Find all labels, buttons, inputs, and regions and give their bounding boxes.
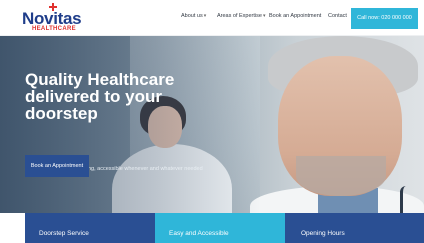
novitas-logo[interactable]: Novitas HEALTHCARE <box>22 3 82 33</box>
site-header: Novitas HEALTHCARE About us▾ Areas of Ex… <box>0 0 424 36</box>
tile-label: Opening Hours <box>301 230 345 237</box>
nav-item-about-us[interactable]: About us▾ <box>181 13 206 19</box>
logo-subtitle: HEALTHCARE <box>32 26 76 32</box>
chevron-down-icon: ▾ <box>203 13 207 19</box>
doctor-beard <box>296 156 386 196</box>
nav-label: Areas of Expertise <box>217 13 262 19</box>
tile-label: Easy and Accessible <box>169 230 229 237</box>
stethoscope <box>400 186 412 213</box>
tile-label: Doorstep Service <box>39 230 89 237</box>
book-appointment-button[interactable]: Book an Appointment <box>25 155 89 177</box>
hero-banner: Quality Healthcare delivered to your doo… <box>0 36 424 213</box>
tile-easy-accessible[interactable]: Easy and Accessible <box>155 213 285 243</box>
hero-overlay <box>0 36 260 213</box>
nav-label: Contact <box>328 13 347 19</box>
nav-label: About us <box>181 13 203 19</box>
hero-title-line: doorstep <box>25 104 98 123</box>
nav-item-contact[interactable]: Contact <box>328 13 347 19</box>
nav-label: Book an Appointment <box>269 13 322 19</box>
hero-title: Quality Healthcare delivered to your doo… <box>25 71 235 122</box>
call-now-button[interactable]: Call now: 020 000 000 <box>351 8 418 29</box>
tile-opening-hours[interactable]: Opening Hours <box>285 213 424 243</box>
hero-title-line: delivered to your <box>25 87 162 106</box>
chevron-down-icon: ▾ <box>262 13 266 19</box>
nav-item-book-appointment[interactable]: Book an Appointment <box>269 13 321 19</box>
tile-doorstep-service[interactable]: Doorstep Service <box>25 213 155 243</box>
hero-title-line: Quality Healthcare <box>25 70 175 89</box>
nav-item-areas-of-expertise[interactable]: Areas of Expertise▾ <box>217 13 265 19</box>
